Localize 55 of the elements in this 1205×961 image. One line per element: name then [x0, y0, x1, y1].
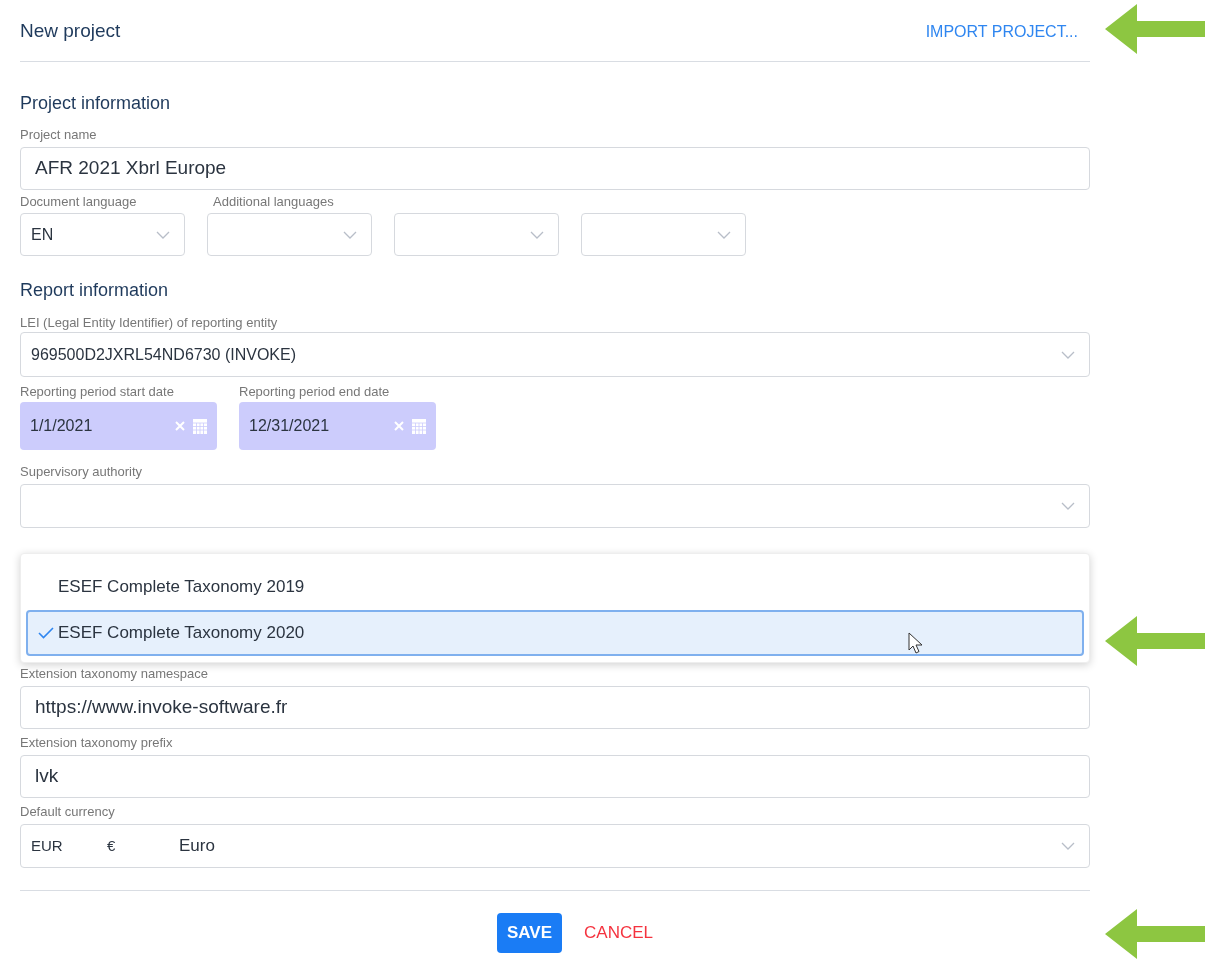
- clear-icon[interactable]: [394, 421, 404, 431]
- arrow-icon: [1105, 4, 1205, 54]
- currency-symbol: €: [107, 835, 117, 856]
- save-button[interactable]: SAVE: [497, 913, 563, 953]
- chevron-down-icon: [530, 230, 544, 239]
- field-label: LEI (Legal Entity Identifier) of reporting entity: [20, 315, 279, 331]
- field-label: Additional languages: [212, 194, 335, 210]
- date-value: 1/1/2021: [30, 416, 93, 436]
- section-heading: Report information: [20, 279, 170, 302]
- option-label: ESEF Complete Taxonomy 2019: [58, 576, 305, 599]
- cursor-icon: [908, 632, 924, 654]
- language-select[interactable]: EN: [20, 213, 185, 256]
- currency-select[interactable]: EUR € Euro: [20, 824, 1090, 868]
- chevron-down-icon: [156, 230, 170, 239]
- select-value: EN: [31, 224, 54, 245]
- option-label: ESEF Complete Taxonomy 2020: [58, 622, 305, 645]
- currency-code: EUR: [31, 835, 64, 856]
- currency-name: Euro: [179, 835, 216, 858]
- page-title: New project: [20, 19, 121, 44]
- calendar-icon[interactable]: [193, 418, 207, 434]
- chevron-down-icon: [1061, 502, 1075, 510]
- lei-select[interactable]: 969500D2JXRL54ND6730 (INVOKE): [20, 332, 1090, 377]
- field-label: Supervisory authority: [20, 464, 144, 480]
- input-field[interactable]: AFR 2021 Xbrl Europe: [20, 147, 1090, 190]
- language-select[interactable]: [394, 213, 559, 256]
- select-value: 969500D2JXRL54ND6730 (INVOKE): [31, 344, 297, 365]
- field-label: Extension taxonomy prefix: [20, 735, 174, 751]
- authority-select[interactable]: [20, 484, 1090, 528]
- field-label: Default currency: [20, 804, 116, 820]
- language-select[interactable]: [207, 213, 372, 256]
- field-label: Document language: [20, 194, 138, 210]
- field-label: Reporting period start date: [20, 384, 175, 400]
- date-field[interactable]: 1/1/2021: [20, 402, 217, 450]
- chevron-down-icon: [343, 230, 357, 239]
- date-field[interactable]: 12/31/2021: [239, 402, 436, 450]
- field-label: Project name: [20, 127, 98, 143]
- dropdown-option[interactable]: ESEF Complete Taxonomy 2020: [26, 610, 1084, 656]
- date-value: 12/31/2021: [249, 416, 330, 436]
- cancel-button[interactable]: CANCEL: [584, 920, 653, 946]
- clear-icon[interactable]: [175, 421, 185, 431]
- dropdown-option[interactable]: ESEF Complete Taxonomy 2019: [26, 564, 1084, 610]
- chevron-down-icon: [1061, 842, 1075, 850]
- arrow-icon: [1105, 616, 1205, 666]
- field-label: Reporting period end date: [239, 384, 391, 400]
- arrow-icon: [1105, 909, 1205, 959]
- calendar-icon[interactable]: [412, 418, 426, 434]
- chevron-down-icon: [1061, 350, 1075, 359]
- language-select[interactable]: [581, 213, 746, 256]
- check-icon: [38, 627, 54, 639]
- input-field[interactable]: lvk: [20, 755, 1090, 798]
- import-project-link[interactable]: IMPORT PROJECT...: [925, 19, 1090, 44]
- chevron-down-icon: [717, 230, 731, 239]
- input-field[interactable]: https://www.invoke-software.fr: [20, 686, 1090, 729]
- field-label: Extension taxonomy namespace: [20, 666, 209, 682]
- section-heading: Project information: [20, 92, 172, 115]
